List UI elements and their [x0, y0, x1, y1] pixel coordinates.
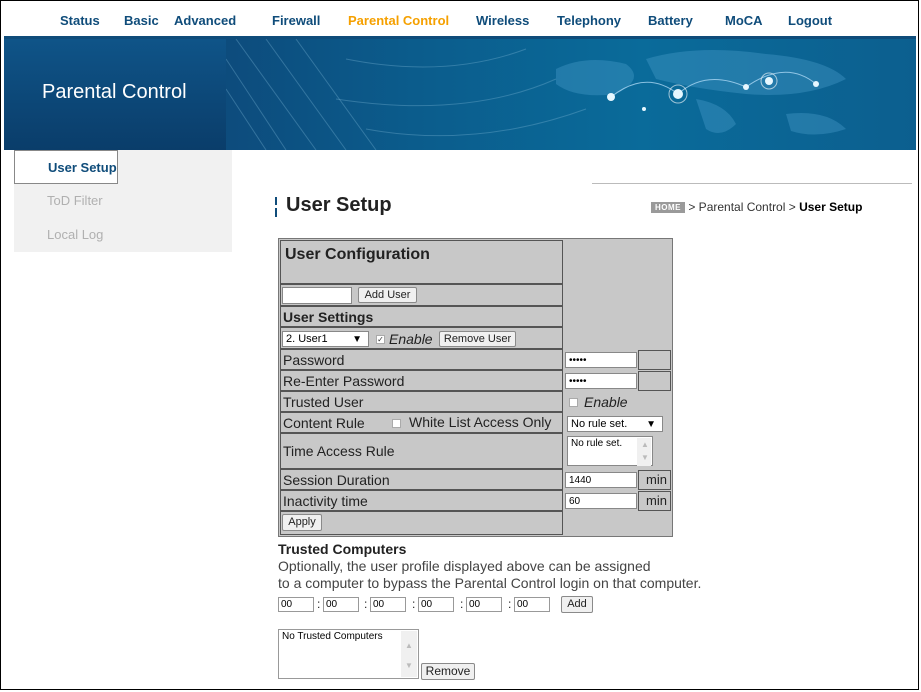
trusted-list-scrollbar[interactable]: ▲ ▼ — [401, 631, 417, 677]
time-access-scrollbar[interactable]: ▲ ▼ — [637, 438, 651, 466]
user-select[interactable]: 2. User1 ▼ — [282, 331, 369, 347]
add-user-button[interactable]: Add User — [358, 287, 417, 303]
nav-telephony[interactable]: Telephony — [557, 13, 621, 28]
header-divider — [592, 183, 912, 184]
trusted-user-label: Trusted User — [280, 391, 563, 412]
remove-user-button[interactable]: Remove User — [439, 331, 516, 347]
sidebar-item-tod-filter[interactable]: ToD Filter — [14, 184, 232, 218]
content-rule-label: Content Rule — [283, 415, 365, 431]
mac-separator: : — [508, 597, 512, 611]
settings-header: User Settings — [280, 306, 563, 327]
session-duration-input[interactable] — [565, 472, 637, 488]
inactivity-input[interactable] — [565, 493, 637, 509]
trusted-computers-list[interactable]: No Trusted Computers ▲ ▼ — [278, 629, 419, 679]
title-accent — [275, 197, 278, 217]
banner-title: Parental Control — [42, 81, 187, 103]
password-field[interactable] — [565, 352, 637, 368]
nav-basic[interactable]: Basic — [124, 13, 159, 28]
inactivity-unit: min — [646, 493, 667, 508]
nav-firewall[interactable]: Firewall — [272, 13, 320, 28]
reenter-extra-cell — [638, 371, 671, 391]
dropdown-arrow-icon: ▼ — [646, 419, 656, 430]
password-label: Password — [280, 349, 563, 370]
content-rule-value: No rule set. — [571, 418, 628, 430]
mac-separator: : — [412, 597, 416, 611]
scroll-up-icon[interactable]: ▲ — [405, 641, 413, 650]
session-unit-cell: min — [638, 470, 671, 490]
trusted-list-item: No Trusted Computers — [282, 631, 383, 642]
reenter-password-field[interactable] — [565, 373, 637, 389]
mac-octet-1[interactable] — [278, 597, 314, 612]
scroll-up-icon[interactable]: ▲ — [641, 440, 649, 449]
top-nav: Status Basic Advanced Firewall Parental … — [4, 4, 916, 36]
trusted-desc-line2: to a computer to bypass the Parental Con… — [278, 575, 702, 591]
dropdown-arrow-icon: ▼ — [352, 334, 362, 345]
new-user-input[interactable] — [282, 287, 352, 304]
scroll-down-icon[interactable]: ▼ — [405, 661, 413, 670]
time-access-label: Time Access Rule — [280, 433, 563, 469]
password-extra-cell — [638, 350, 671, 370]
breadcrumb-path: > Parental Control > — [688, 200, 796, 214]
nav-logout[interactable]: Logout — [788, 13, 832, 28]
whitelist-label: White List Access Only — [409, 414, 552, 430]
add-trusted-button[interactable]: Add — [561, 596, 593, 613]
time-access-list[interactable]: No rule set. ▲ ▼ — [567, 436, 653, 466]
mac-octet-4[interactable] — [418, 597, 454, 612]
nav-wireless[interactable]: Wireless — [476, 13, 529, 28]
home-icon[interactable]: HOME — [651, 202, 685, 213]
nav-parental-control[interactable]: Parental Control — [348, 13, 449, 28]
nav-status[interactable]: Status — [60, 13, 100, 28]
world-map-graphic — [226, 39, 846, 150]
sidebar-item-user-setup[interactable]: User Setup — [14, 150, 118, 184]
time-access-value: No rule set. — [571, 438, 623, 449]
mac-separator: : — [460, 597, 464, 611]
trusted-enable-label: Enable — [584, 394, 628, 410]
nav-advanced[interactable]: Advanced — [174, 13, 236, 28]
session-unit: min — [646, 472, 667, 487]
inactivity-unit-cell: min — [638, 491, 671, 511]
mac-separator: : — [364, 597, 368, 611]
content-rule-select[interactable]: No rule set. ▼ — [567, 416, 663, 432]
enable-label: Enable — [389, 331, 433, 347]
mac-separator: : — [317, 597, 321, 611]
mac-octet-6[interactable] — [514, 597, 550, 612]
trusted-desc-line1: Optionally, the user profile displayed a… — [278, 558, 651, 574]
banner-title-box: Parental Control — [4, 39, 226, 150]
sidebar: User Setup Basic ToD Filter Local Log — [14, 150, 232, 252]
user-select-value: 2. User1 — [286, 333, 328, 345]
breadcrumb-current: User Setup — [799, 200, 863, 214]
scroll-down-icon[interactable]: ▼ — [641, 453, 649, 462]
enable-checkbox[interactable]: ✓ — [376, 335, 385, 344]
nav-battery[interactable]: Battery — [648, 13, 693, 28]
user-config-table: User Configuration Add User User Setting… — [278, 238, 673, 537]
reenter-label: Re-Enter Password — [280, 370, 563, 391]
remove-trusted-button[interactable]: Remove — [421, 663, 475, 680]
session-duration-label: Session Duration — [280, 469, 563, 490]
sidebar-item-local-log[interactable]: Local Log — [14, 218, 232, 252]
trusted-computers-title: Trusted Computers — [278, 541, 407, 557]
banner: Parental Control — [4, 39, 916, 150]
page-title: User Setup — [286, 194, 392, 216]
mac-octet-3[interactable] — [370, 597, 406, 612]
mac-octet-5[interactable] — [466, 597, 502, 612]
apply-row — [280, 511, 563, 535]
nav-moca[interactable]: MoCA — [725, 13, 763, 28]
mac-octet-2[interactable] — [323, 597, 359, 612]
apply-button[interactable]: Apply — [282, 514, 322, 531]
whitelist-checkbox[interactable] — [392, 419, 401, 428]
inactivity-label: Inactivity time — [280, 490, 563, 511]
config-header: User Configuration — [280, 240, 563, 284]
breadcrumb: HOME > Parental Control > User Setup — [651, 200, 862, 214]
trusted-user-checkbox[interactable] — [569, 398, 578, 407]
